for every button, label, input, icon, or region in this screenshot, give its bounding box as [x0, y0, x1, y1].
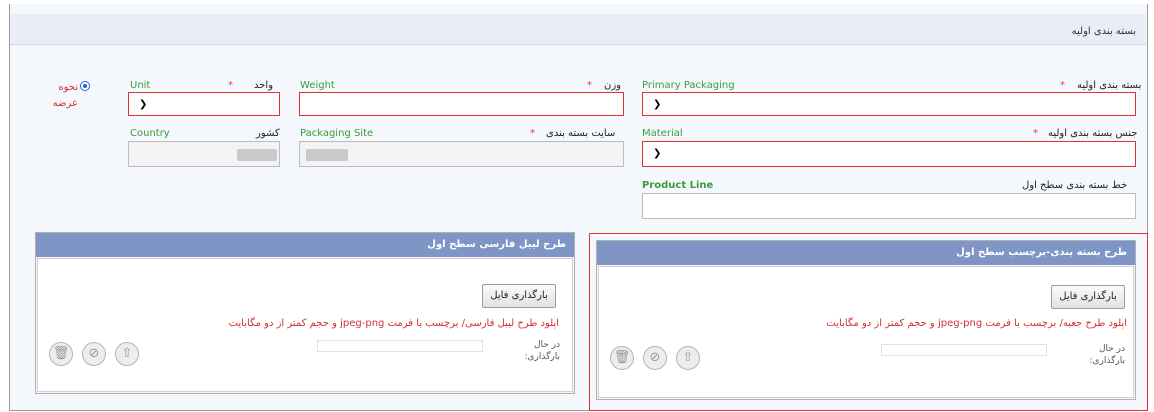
chevron-down-icon: ❯	[653, 148, 662, 159]
panel-title: طرح بسته بندی-برچسب سطح اول	[956, 247, 1127, 258]
material-label-en: Material	[642, 128, 683, 139]
panel-header: طرح بسته بندی-برچسب سطح اول	[597, 241, 1135, 265]
primary-packaging-select[interactable]: ❯	[642, 92, 1136, 116]
unit-required-mark: *	[228, 80, 233, 91]
chevron-down-icon: ❯	[139, 99, 148, 110]
upload-progress-bar	[881, 344, 1047, 356]
upload-note: اپلود طرح جعبه/ برچسب با فرمت jpeg-png و…	[826, 318, 1127, 329]
weight-required-mark: *	[587, 80, 592, 91]
country-label-en: Country	[130, 128, 170, 139]
primary-packaging-label-fa: بسته بندی اولیه	[1077, 80, 1142, 91]
panel-header: طرح لیبل فارسی سطح اول	[36, 233, 574, 257]
package-design-panel: طرح بسته بندی-برچسب سطح اول بارگذاری فای…	[596, 240, 1136, 400]
panel-title: طرح لیبل فارسی سطح اول	[427, 239, 566, 250]
upload-file-button[interactable]: بارگذاری فایل	[1051, 285, 1125, 309]
primary-packaging-required-mark: *	[1060, 80, 1065, 91]
upload-icon[interactable]: ⇧	[676, 346, 700, 370]
material-required-mark: *	[1033, 128, 1038, 139]
unit-label-en: Unit	[130, 80, 151, 91]
panel-body: بارگذاری فایل اپلود طرح جعبه/ برچسب با ف…	[598, 266, 1134, 398]
section-header	[10, 14, 1146, 45]
packaging-site-input[interactable]	[299, 141, 624, 167]
presentation-radio[interactable]	[80, 81, 90, 91]
unit-select[interactable]: ❯	[128, 92, 280, 116]
panel-body: بارگذاری فایل اپلود طرح لیبل فارسی/ برچس…	[37, 258, 573, 392]
upload-status: در حال بارگذاری:	[1089, 344, 1125, 366]
packaging-site-label-en: Packaging Site	[300, 128, 374, 139]
product-line-input[interactable]	[642, 193, 1136, 219]
upload-file-button[interactable]: بارگذاری فایل	[482, 284, 556, 308]
upload-icon[interactable]: ⇧	[115, 342, 139, 366]
weight-label-fa: وزن	[604, 80, 622, 91]
product-line-label-fa: خط بسته بندی سطح اول	[1022, 180, 1128, 191]
product-line-label-en: Product Line	[642, 180, 714, 191]
primary-packaging-label-en: Primary Packaging	[642, 80, 735, 91]
section-title: بسته بندی اولیه	[1071, 26, 1136, 37]
trash-icon[interactable]: 🗑	[610, 346, 634, 370]
cancel-icon[interactable]: ⊘	[82, 342, 106, 366]
weight-input[interactable]	[299, 92, 624, 116]
material-label-fa: جنس بسته بندی اولیه	[1048, 128, 1138, 139]
cancel-icon[interactable]: ⊘	[643, 346, 667, 370]
upload-status: در حال بارگذاری:	[524, 340, 560, 362]
packaging-site-label-fa: سایت بسته بندی	[546, 128, 616, 139]
country-label-fa: کشور	[256, 128, 280, 139]
upload-progress-bar	[317, 340, 483, 352]
label-design-panel: طرح لیبل فارسی سطح اول بارگذاری فایل اپل…	[35, 232, 575, 394]
trash-icon[interactable]: 🗑	[49, 342, 73, 366]
chevron-down-icon: ❯	[653, 99, 662, 110]
material-select[interactable]: ❯	[642, 141, 1136, 167]
country-input[interactable]	[128, 141, 280, 167]
packaging-site-required-mark: *	[530, 128, 535, 139]
presentation-label: نحوه عرضه	[52, 82, 78, 109]
upload-note: اپلود طرح لیبل فارسی/ برچسب با فرمت jpeg…	[228, 318, 559, 329]
country-value-redacted	[237, 149, 277, 161]
packaging-site-value-redacted	[306, 149, 348, 161]
unit-label-fa: واحد	[254, 80, 274, 91]
weight-label-en: Weight	[300, 80, 335, 91]
